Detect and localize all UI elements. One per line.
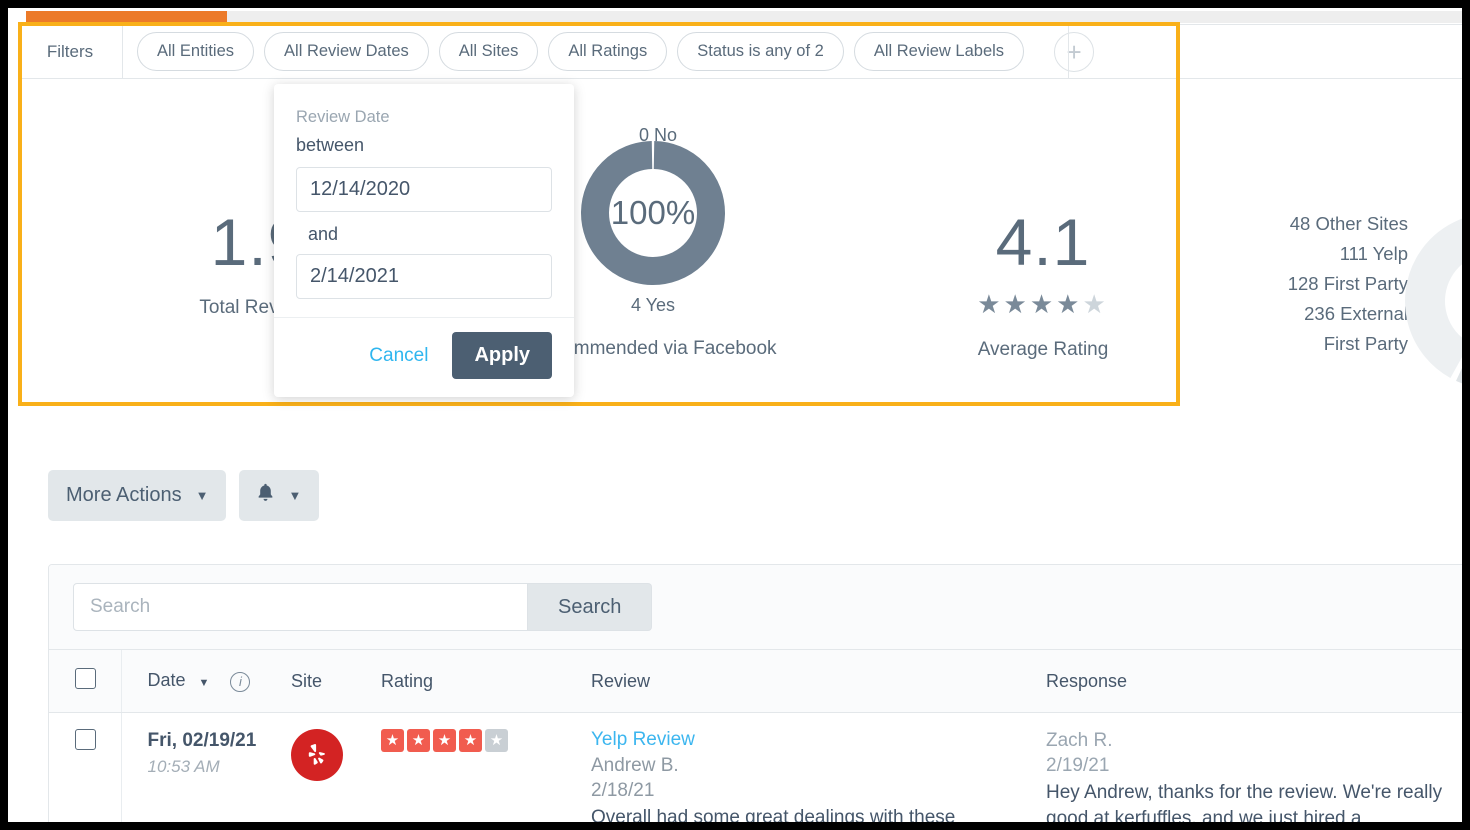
review-author: Andrew B.	[591, 755, 679, 776]
reviews-table-body: Fri, 02/19/21 10:53 AM ★ ★ ★ ★ ★ Yelp Re…	[49, 712, 1462, 822]
end-date-input[interactable]	[296, 254, 552, 299]
rating-star-icon-1: ★	[381, 729, 404, 752]
star-icon-2: ★	[1003, 289, 1030, 319]
row-site-cell	[281, 712, 371, 822]
response-author: Zach R.	[1046, 730, 1113, 751]
average-rating-stars: ★★★★★	[878, 291, 1208, 317]
select-all-checkbox[interactable]	[75, 668, 96, 689]
header-date[interactable]: Date ▼ i	[121, 650, 281, 713]
header-select-all	[49, 650, 122, 713]
review-date-popover: Review Date between and Cancel Apply	[274, 84, 574, 397]
row-rating-cell: ★ ★ ★ ★ ★	[371, 712, 581, 822]
app-screen: Filters All Entities All Review Dates Al…	[8, 8, 1462, 822]
notifications-button[interactable]: ▼	[239, 470, 320, 521]
chevron-down-icon: ▼	[195, 488, 209, 503]
filter-pill-row: All Entities All Review Dates All Sites …	[123, 24, 1095, 79]
star-icon-3: ★	[1029, 289, 1057, 319]
chevron-down-icon-bell: ▼	[288, 488, 302, 503]
add-filter-icon[interactable]: +	[1054, 31, 1095, 72]
response-date: 2/19/21	[1046, 754, 1110, 776]
start-date-input[interactable]	[296, 167, 552, 212]
average-rating-caption: Average Rating	[977, 339, 1109, 360]
popover-operator: between	[296, 135, 365, 155]
filter-bar-divider	[1068, 24, 1069, 79]
review-source-link[interactable]: Yelp Review	[591, 729, 1026, 751]
filter-pill-status[interactable]: Status is any of 2	[677, 32, 844, 71]
star-icon-1: ★	[977, 289, 1004, 319]
sites-label-other: 48 Other Sites	[1289, 213, 1408, 234]
sort-desc-icon[interactable]: ▼	[199, 677, 210, 689]
row-date-time: 10:53 AM	[147, 757, 220, 777]
stat-average-rating: 4.1 ★★★★★ Average Rating	[878, 209, 1208, 361]
cancel-button[interactable]: Cancel	[359, 339, 438, 373]
popover-conjunction: and	[308, 224, 339, 244]
review-date-popover-footer: Cancel Apply	[274, 317, 574, 397]
apply-button[interactable]: Apply	[452, 332, 552, 379]
reviews-table-card: Search Date ▼ i Site Rating Review Respo	[48, 564, 1462, 822]
review-date: 2/18/21	[591, 779, 655, 801]
header-response[interactable]: Response	[1036, 650, 1462, 713]
rating-star-icon-5: ★	[485, 729, 508, 752]
response-body: Hey Andrew, thanks for the review. We're…	[1046, 782, 1443, 822]
row-date-main: Fri, 02/19/21	[147, 730, 257, 751]
rating-star-icon-3: ★	[433, 729, 456, 752]
table-header-row: Date ▼ i Site Rating Review Response	[49, 650, 1462, 713]
review-body: Overall had some great dealings with the…	[591, 807, 956, 822]
search-button[interactable]: Search	[528, 583, 653, 631]
page-load-progress-fill	[26, 11, 228, 23]
info-icon[interactable]: i	[230, 671, 251, 692]
popover-title: Review Date	[296, 108, 390, 126]
filter-pill-all-review-dates[interactable]: All Review Dates	[264, 32, 429, 71]
row-review-cell: Yelp Review Andrew B. 2/18/21 Overall ha…	[581, 712, 1036, 822]
star-icon-5: ★	[1082, 289, 1109, 319]
row-date-cell: Fri, 02/19/21 10:53 AM	[121, 712, 281, 822]
page-load-progress-track	[26, 11, 1462, 23]
reviews-table: Date ▼ i Site Rating Review Response Fri…	[49, 650, 1462, 822]
search-input[interactable]	[73, 583, 528, 631]
sites-label-external-first-party-cont: First Party	[1323, 332, 1408, 354]
header-site[interactable]: Site	[281, 650, 371, 713]
filter-bar: Filters All Entities All Review Dates Al…	[18, 24, 1462, 79]
facebook-donut-chart: 0 No 100%	[579, 125, 727, 287]
header-rating[interactable]: Rating	[371, 650, 581, 713]
filter-pill-all-sites[interactable]: All Sites	[438, 32, 539, 71]
star-icon-4: ★	[1056, 289, 1083, 319]
filter-pill-all-ratings[interactable]: All Ratings	[548, 32, 668, 71]
summary-stats-row: 1.9 Total Reviews 0 No 100% 4 Yes Recomm…	[18, 79, 1462, 406]
filter-pill-all-entities[interactable]: All Entities	[137, 32, 255, 71]
bell-icon	[257, 483, 274, 508]
sites-donut-labels: 48 Other Sites 111 Yelp 128 First Party …	[1288, 209, 1408, 359]
sites-label-first-party: 128 First Party	[1287, 272, 1408, 294]
average-rating-value: 4.1	[995, 205, 1091, 279]
row-response-cell: Zach R. 2/19/21 Hey Andrew, thanks for t…	[1036, 712, 1462, 822]
filter-pill-all-review-labels[interactable]: All Review Labels	[853, 32, 1025, 71]
reviews-table-head: Date ▼ i Site Rating Review Response	[49, 650, 1462, 713]
row-select-cell	[49, 712, 122, 822]
review-date-popover-body: Review Date between and	[274, 84, 574, 317]
actions-toolbar: More Actions ▼ ▼	[48, 470, 320, 521]
row-checkbox[interactable]	[75, 729, 96, 750]
more-actions-button[interactable]: More Actions ▼	[48, 470, 227, 521]
filters-label: Filters	[18, 24, 123, 79]
header-review[interactable]: Review	[581, 650, 1036, 713]
yelp-icon	[291, 729, 343, 781]
rating-star-icon-2: ★	[407, 729, 430, 752]
sites-label-yelp: 111 Yelp	[1339, 242, 1408, 264]
table-row[interactable]: Fri, 02/19/21 10:53 AM ★ ★ ★ ★ ★ Yelp Re…	[49, 712, 1462, 822]
stat-reviews-by-site: 48 Other Sites 111 Yelp 128 First Party …	[1198, 139, 1462, 469]
header-date-label: Date	[147, 670, 186, 691]
rating-star-icon-4: ★	[459, 729, 482, 752]
more-actions-label: More Actions	[66, 484, 182, 506]
table-search-bar: Search	[49, 565, 1462, 650]
facebook-donut-center-value: 100%	[610, 194, 696, 231]
sites-label-external-first-party: 236 External	[1304, 302, 1408, 324]
sites-donut-svg	[1405, 213, 1462, 389]
